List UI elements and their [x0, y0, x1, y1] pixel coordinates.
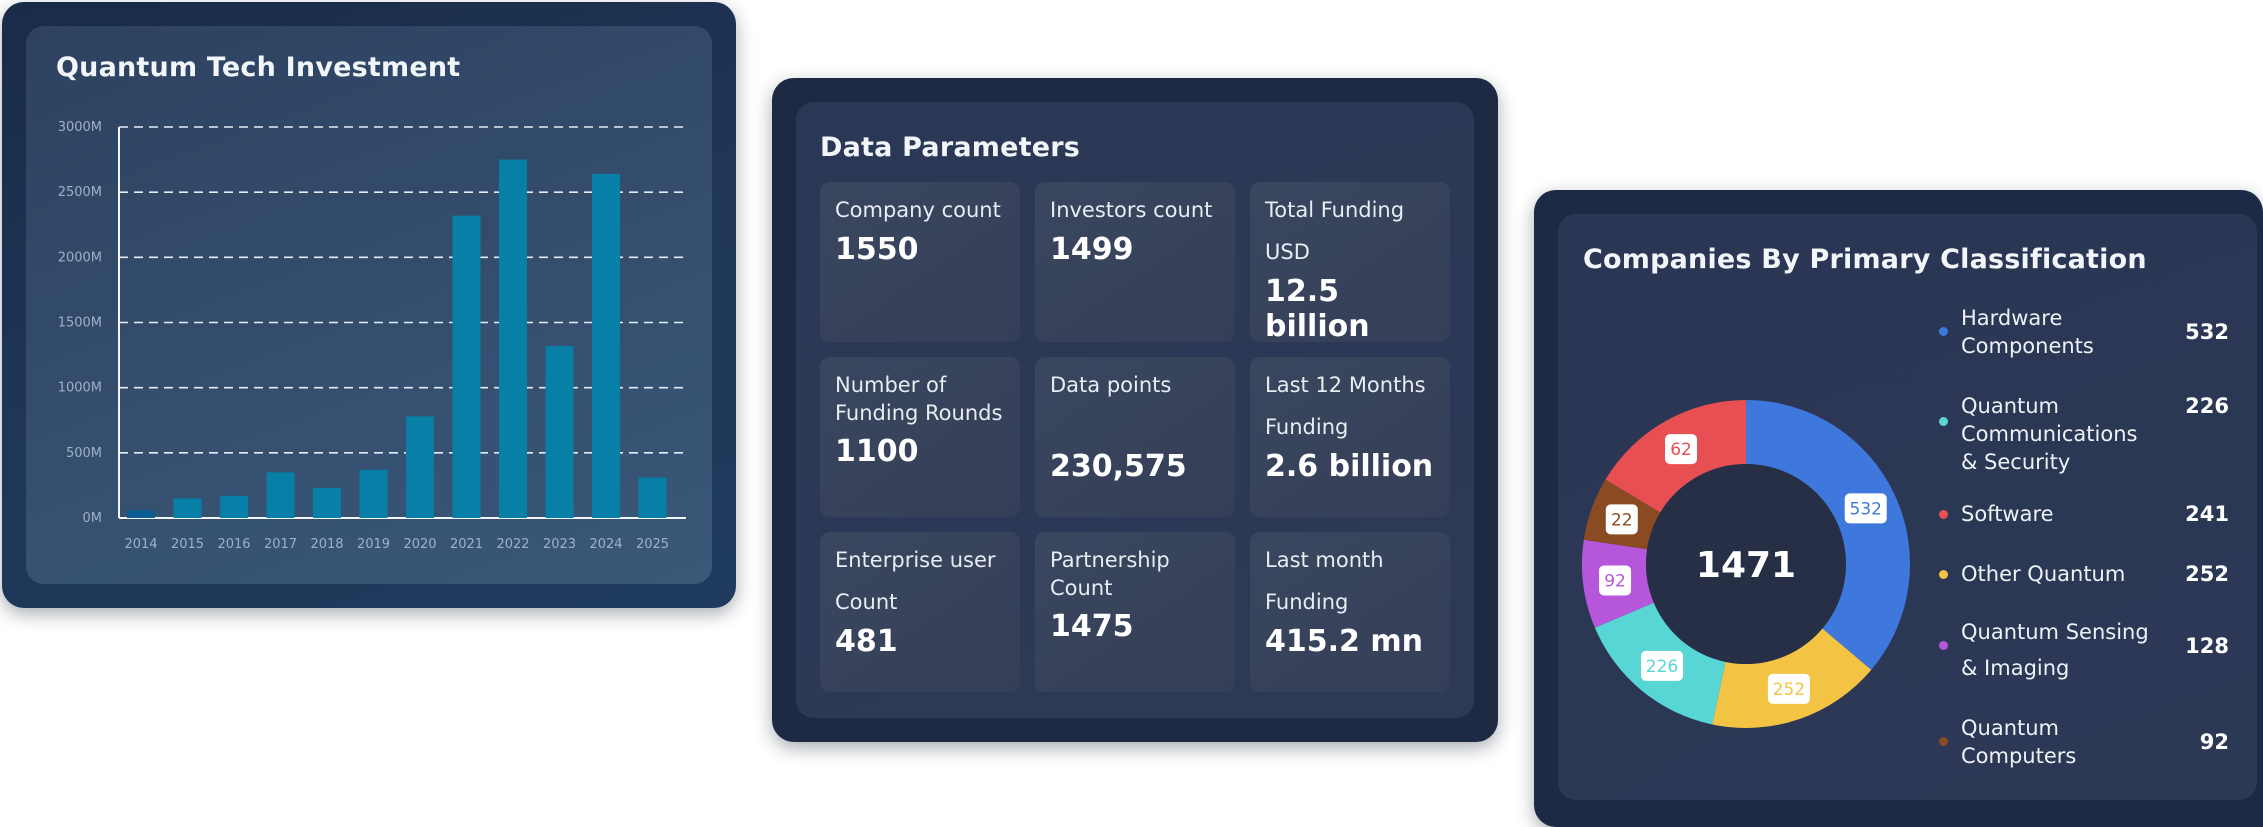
tile-value: 2.6 billion [1265, 449, 1434, 484]
bar-2014 [127, 510, 155, 518]
classification-card: Companies By Primary Classification 1471… [1534, 190, 2263, 827]
x-tick-label: 2022 [496, 537, 529, 552]
legend-count: 128 [2185, 634, 2229, 658]
tile-label: Total Funding USD [1265, 198, 1405, 264]
y-tick-label: 1000M [58, 381, 102, 396]
legend-dot [1939, 737, 1948, 746]
x-tick-label: 2015 [171, 537, 204, 552]
bar-2017 [266, 472, 295, 518]
legend-count: 92 [2199, 730, 2229, 754]
classification-donut-chart: 1471 532 252 226 92 22 62 [1582, 400, 1910, 728]
slice-label: 92 [1604, 571, 1626, 591]
bar-2015 [173, 498, 202, 518]
x-tick-label: 2016 [217, 537, 250, 552]
bar-2024 [592, 173, 620, 519]
x-tick-label: 2014 [124, 537, 157, 552]
legend-count: 252 [2185, 562, 2229, 586]
y-tick-label: 1500M [58, 316, 102, 331]
legend-label: Other Quantum [1961, 562, 2126, 586]
investment-card: Quantum Tech Investment 0M 500M 1000M 1500M… [2, 2, 736, 608]
legend-count: 241 [2185, 502, 2229, 526]
slice-label: 226 [1646, 657, 1678, 677]
slice-label: 22 [1611, 510, 1633, 530]
slice-label: 62 [1670, 440, 1692, 460]
tile-value: 12.5 billion [1265, 274, 1370, 344]
y-tick-label: 500M [66, 446, 102, 461]
legend-dot [1939, 510, 1948, 519]
tile-investors-count: Investors count 1499 [1035, 182, 1235, 342]
tile-funding-rounds: Number of Funding Rounds 1100 [820, 357, 1020, 517]
x-tick-label: 2021 [450, 537, 483, 552]
classification-panel: Companies By Primary Classification 1471… [1558, 214, 2257, 800]
tile-total-funding: Total Funding USD 12.5 billion [1250, 182, 1450, 344]
x-tick-label: 2019 [357, 537, 390, 552]
tile-label: Last month Funding [1265, 548, 1384, 614]
data-parameters-title: Data Parameters [820, 132, 1081, 163]
x-tick-label: 2017 [264, 537, 297, 552]
y-tick-label: 2000M [58, 250, 102, 265]
legend-label: Quantum Sensing & Imaging [1961, 620, 2149, 680]
tile-label: Last 12 Months Funding [1265, 373, 1426, 439]
bar-2018 [313, 488, 341, 518]
x-tick-label: 2024 [589, 537, 622, 552]
classification-title: Companies By Primary Classification [1583, 244, 2147, 275]
bar-2025 [638, 477, 667, 518]
tile-value: 230,575 [1050, 449, 1187, 484]
bar-2019 [359, 469, 388, 518]
legend-label: Hardware Components [1961, 306, 2094, 358]
legend-label: Quantum Computers [1961, 716, 2077, 768]
legend-label: Quantum Communications & Security [1961, 394, 2138, 474]
classification-legend: Hardware Components 532 Quantum Communic… [1939, 304, 2239, 784]
investment-bar-chart: 0M 500M 1000M 1500M 2000M 2500M 3000M 2014 2015 2… [58, 120, 686, 552]
x-tick-label: 2025 [636, 537, 669, 552]
slice-label: 252 [1773, 680, 1805, 700]
bar-2022 [499, 159, 527, 519]
tile-data-points: Data points 230,575 [1035, 357, 1235, 517]
legend-dot [1939, 641, 1948, 650]
y-tick-label: 3000M [58, 120, 102, 135]
tile-label: Company count [835, 198, 1001, 222]
x-tick-label: 2023 [543, 537, 576, 552]
donut-center-total: 1471 [1696, 545, 1796, 586]
bar-2016 [220, 495, 248, 518]
tile-value: 481 [835, 624, 898, 659]
tile-value: 1475 [1050, 609, 1134, 644]
tile-value: 1100 [835, 434, 919, 469]
tile-value: 1550 [835, 232, 919, 267]
data-parameters-panel: Data Parameters Company count 1550 Inves… [796, 102, 1474, 718]
tile-enterprise-user-count: Enterprise user Count 481 [820, 532, 1020, 692]
investment-panel: Quantum Tech Investment 0M 500M 1000M 1500M… [26, 26, 712, 584]
bar-2021 [452, 215, 481, 519]
legend-dot [1939, 327, 1948, 336]
tile-label: Investors count [1050, 198, 1213, 222]
tile-value: 415.2 mn [1265, 624, 1423, 659]
y-tick-label: 2500M [58, 185, 102, 200]
legend-count: 532 [2185, 320, 2229, 344]
legend-label: Software [1961, 502, 2054, 526]
y-tick-label: 0M [83, 511, 103, 526]
tile-company-count: Company count 1550 [820, 182, 1020, 342]
tile-label: Enterprise user Count [835, 548, 996, 614]
tile-last-12-months-funding: Last 12 Months Funding 2.6 billion [1250, 357, 1450, 517]
data-parameters-card: Data Parameters Company count 1550 Inves… [772, 78, 1498, 742]
x-tick-label: 2018 [310, 537, 343, 552]
x-tick-label: 2020 [403, 537, 436, 552]
tile-last-month-funding: Last month Funding 415.2 mn [1250, 532, 1450, 692]
tile-value: 1499 [1050, 232, 1134, 267]
bar-2023 [545, 345, 574, 518]
tile-label: Partnership Count [1050, 548, 1170, 600]
tile-label: Number of Funding Rounds [835, 373, 1003, 425]
tile-label: Data points [1050, 373, 1172, 397]
legend-dot [1939, 570, 1948, 579]
legend-dot [1939, 417, 1948, 426]
bar-2020 [406, 416, 434, 518]
tile-partnership-count: Partnership Count 1475 [1035, 532, 1235, 692]
legend-count: 226 [2185, 394, 2229, 418]
slice-label: 532 [1850, 499, 1882, 519]
